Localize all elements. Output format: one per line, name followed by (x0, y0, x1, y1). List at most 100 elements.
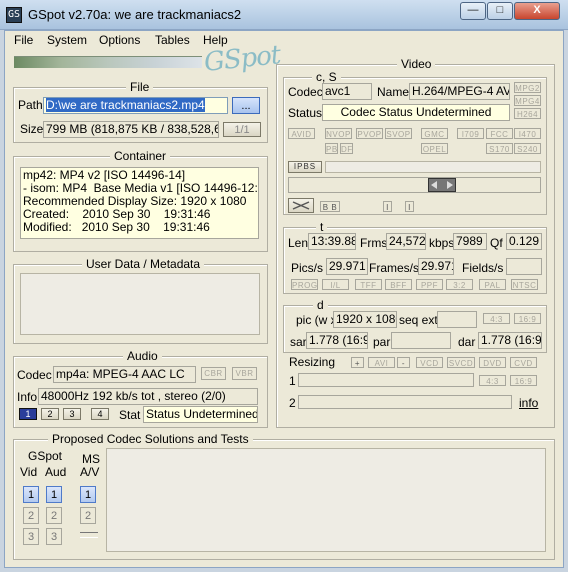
audio-stream-3[interactable]: 3 (63, 408, 81, 420)
path-field[interactable]: D:\we are trackmaniacs2.mp4 (43, 97, 228, 114)
container-panel-title: Container (110, 149, 171, 163)
vid-solution-3[interactable]: 3 (23, 528, 39, 545)
resize-plus-button[interactable]: + (351, 357, 364, 368)
fcc-button[interactable]: FCC (486, 128, 513, 139)
ratio-16-9-button[interactable]: 16:9 (514, 313, 541, 324)
ms-solution-2[interactable]: 2 (80, 507, 96, 524)
resize-4-3-button[interactable]: 4:3 (479, 375, 506, 386)
vid-solution-1[interactable]: 1 (23, 486, 39, 503)
audio-stat-label: Stat (119, 408, 141, 422)
video-status-label: Status (288, 106, 323, 120)
qf-field: 0.129 (506, 233, 542, 250)
resize-row-1-label: 1 (289, 374, 296, 388)
vcd-button[interactable]: VCD (416, 357, 443, 368)
aud-label: Aud (45, 465, 67, 479)
menu-options[interactable]: Options (99, 33, 140, 47)
pal-button[interactable]: PAL (479, 279, 506, 290)
userdata-panel-title: User Data / Metadata (82, 257, 205, 271)
vbr-button[interactable]: VBR (232, 367, 257, 380)
sar-label: sar (290, 335, 307, 349)
svcd-button[interactable]: SVCD (447, 357, 475, 368)
pb-button[interactable]: PB (325, 143, 338, 154)
i470-button[interactable]: I470 (514, 128, 541, 139)
window-title: GSpot v2.70a: we are trackmaniacs2 (28, 7, 242, 22)
tff-button[interactable]: TFF (355, 279, 382, 290)
info-link[interactable]: info (519, 396, 538, 410)
frame-slider-thumb[interactable] (428, 178, 456, 192)
userdata-box (20, 273, 260, 335)
resize-row-2-field (298, 395, 512, 409)
pvop-button[interactable]: PVOP (356, 128, 383, 139)
resize-avi-button[interactable]: AVI (368, 357, 395, 368)
video-codec-label: Codec (288, 85, 323, 99)
audio-status-field: Status Undetermined (143, 406, 258, 423)
s170-button[interactable]: S170 (486, 143, 513, 154)
i709-button[interactable]: I709 (457, 128, 484, 139)
audio-codec-label: Codec (17, 368, 52, 382)
audio-stream-1[interactable]: 1 (19, 408, 37, 420)
df-button[interactable]: DF (340, 143, 353, 154)
len-label: Len (288, 236, 309, 250)
bff-button[interactable]: BFF (385, 279, 412, 290)
iframe-indicator-2: I (405, 201, 414, 212)
aud-solution-1[interactable]: 1 (46, 486, 62, 503)
dar-field: 1.778 (16:9) (478, 332, 542, 349)
audio-stream-4[interactable]: 4 (91, 408, 109, 420)
nvop-button[interactable]: NVOP (325, 128, 352, 139)
ms-solution-1[interactable]: 1 (80, 486, 96, 503)
fields-label: Fields/s (462, 261, 504, 275)
iframe-indicator-1: I (383, 201, 392, 212)
pics-label: Pics/s (291, 261, 324, 275)
menu-file[interactable]: File (14, 33, 33, 47)
mpg2-button[interactable]: MPG2 (514, 82, 541, 93)
cbr-button[interactable]: CBR (201, 367, 226, 380)
vid-solution-2[interactable]: 2 (23, 507, 39, 524)
video-name-field: H.264/MPEG-4 AVC (409, 83, 510, 100)
menu-tables[interactable]: Tables (155, 33, 190, 47)
s240-button[interactable]: S240 (514, 143, 541, 154)
par-label: par (373, 335, 391, 349)
frame-type-button[interactable]: IPBS (288, 161, 322, 173)
aud-solution-3[interactable]: 3 (46, 528, 62, 545)
audio-stream-2[interactable]: 2 (41, 408, 59, 420)
file-panel-title: File (126, 80, 154, 94)
ratio-4-3-button[interactable]: 4:3 (483, 313, 510, 324)
minimize-button[interactable]: — (460, 2, 486, 20)
svop-button[interactable]: SVOP (385, 128, 412, 139)
flip-button[interactable] (288, 198, 314, 213)
pic-label: pic (w x (296, 313, 337, 327)
ppf-button[interactable]: PPF (416, 279, 443, 290)
par-field (391, 332, 451, 349)
dimension-subpanel-title: d (313, 298, 328, 312)
gmc-button[interactable]: GMC (421, 128, 448, 139)
sar-field: 1.778 (16:9) (306, 332, 368, 349)
opel-button[interactable]: OPEL (421, 143, 448, 154)
dvd-button[interactable]: DVD (479, 357, 506, 368)
close-button[interactable]: X (514, 2, 560, 20)
aud-solution-2[interactable]: 2 (46, 507, 62, 524)
ms-label: MS (82, 452, 100, 466)
avid-button[interactable]: AVID (288, 128, 315, 139)
path-label: Path (18, 98, 43, 112)
fields-field (506, 258, 542, 275)
h264-button[interactable]: H264 (514, 108, 541, 119)
app-icon[interactable]: GS (6, 7, 22, 23)
av-label: A/V (80, 465, 100, 479)
resize-minus-button[interactable]: - (397, 357, 410, 368)
il-button[interactable]: I/L (322, 279, 349, 290)
prog-button[interactable]: PROG (291, 279, 318, 290)
audio-codec-field: mp4a: MPEG-4 AAC LC (53, 366, 196, 383)
resize-16-9-button[interactable]: 16:9 (510, 375, 537, 386)
ntsc-button[interactable]: NTSC (511, 279, 538, 290)
maximize-button[interactable]: □ (487, 2, 513, 20)
frame-type-display (325, 161, 541, 173)
video-name-label: Name (377, 85, 410, 99)
mpg4-button[interactable]: MPG4 (514, 95, 541, 106)
solutions-box (106, 448, 546, 552)
browse-button[interactable]: ... (232, 97, 260, 114)
cvd-button[interactable]: CVD (510, 357, 537, 368)
frame-slider[interactable] (288, 177, 541, 193)
bframe-indicator: B B (320, 201, 340, 212)
menu-system[interactable]: System (47, 33, 87, 47)
pulldown-button[interactable]: 3:2 (446, 279, 473, 290)
